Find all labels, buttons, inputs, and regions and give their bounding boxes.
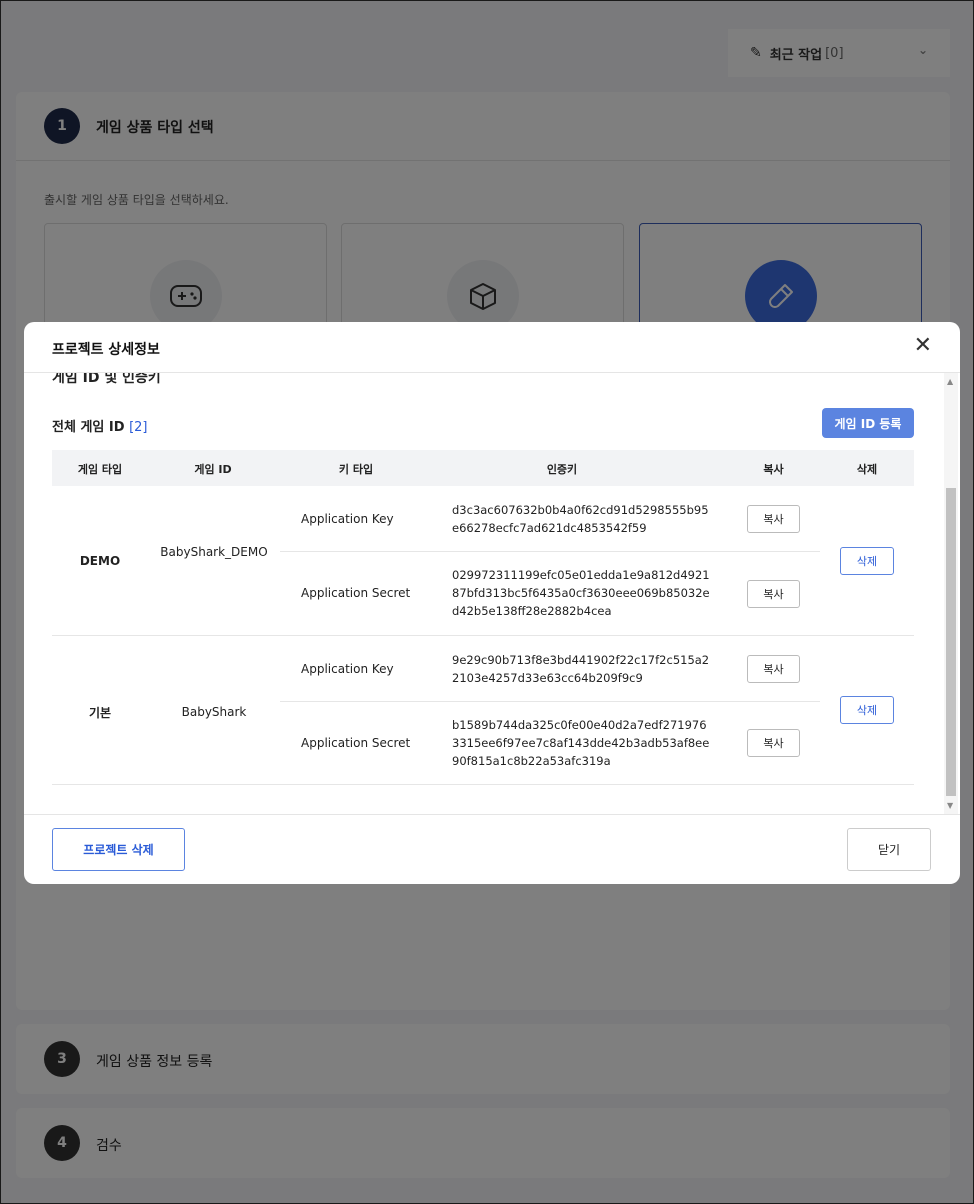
game-type-cell: DEMO — [79, 554, 121, 568]
auth-key-cell: d3c3ac607632b0b4a0f62cd91d5298555b95e662… — [452, 503, 709, 535]
scrollbar-thumb[interactable] — [946, 488, 956, 796]
header-copy: 복사 — [763, 463, 784, 476]
scroll-down-icon[interactable]: ▼ — [947, 801, 953, 810]
close-icon[interactable]: ✕ — [914, 334, 932, 358]
auth-key-cell: b1589b744da325c0fe00e40d2a7edf2719763315… — [452, 718, 710, 768]
section-title: 게임 ID 및 인증키 — [52, 373, 161, 386]
scroll-up-icon[interactable]: ▲ — [947, 377, 953, 386]
key-type-cell: Application Secret — [301, 736, 411, 750]
header-game-id: 게임 ID — [194, 463, 232, 476]
auth-key-cell: 9e29c90b713f8e3bd441902f22c17f2c515a2210… — [452, 653, 710, 685]
game-id-cell: BabyShark_DEMO — [160, 545, 268, 559]
auth-key-cell: 029972311199efc05e01edda1e9a812d492187bf… — [452, 568, 710, 618]
row-divider — [280, 551, 820, 552]
table-header: 게임 타입 게임 ID 키 타입 인증키 복사 삭제 — [52, 450, 914, 486]
row-divider — [52, 784, 914, 785]
all-game-ids-text: 전체 게임 ID — [52, 420, 125, 435]
close-button[interactable]: 닫기 — [847, 828, 931, 871]
all-game-ids-label: 전체 게임 ID [2] — [52, 416, 147, 435]
header-delete: 삭제 — [856, 463, 878, 476]
header-game-type: 게임 타입 — [77, 463, 123, 476]
modal-header: 프로젝트 상세정보 ✕ — [24, 322, 960, 373]
project-detail-modal: 프로젝트 상세정보 ✕ 게임 ID 및 인증키 전체 게임 ID [2] 게임 … — [24, 322, 960, 884]
delete-game-id-button[interactable]: 삭제 — [840, 547, 894, 575]
delete-project-button[interactable]: 프로젝트 삭제 — [52, 828, 185, 871]
header-auth-key: 인증키 — [546, 463, 578, 476]
modal-scrollbar[interactable]: ▲ ▼ — [944, 373, 958, 814]
copy-button[interactable]: 복사 — [747, 505, 800, 533]
modal-title: 프로젝트 상세정보 — [52, 342, 160, 358]
modal-footer: 프로젝트 삭제 닫기 — [24, 814, 960, 884]
game-type-cell: 기본 — [88, 706, 112, 720]
key-type-cell: Application Key — [301, 662, 394, 676]
copy-button[interactable]: 복사 — [747, 580, 800, 608]
register-game-id-button[interactable]: 게임 ID 등록 — [822, 408, 914, 438]
delete-game-id-button[interactable]: 삭제 — [840, 696, 894, 724]
all-game-ids-count: [2] — [129, 420, 148, 435]
row-divider — [52, 635, 914, 636]
key-type-cell: Application Secret — [301, 586, 411, 600]
copy-button[interactable]: 복사 — [747, 729, 800, 757]
row-divider — [280, 701, 820, 702]
game-id-cell: BabyShark — [181, 705, 247, 719]
copy-button[interactable]: 복사 — [747, 655, 800, 683]
key-type-cell: Application Key — [301, 512, 394, 526]
modal-body[interactable]: 게임 ID 및 인증키 전체 게임 ID [2] 게임 ID 등록 게임 타입 … — [24, 373, 960, 814]
header-key-type: 키 타입 — [338, 463, 374, 476]
